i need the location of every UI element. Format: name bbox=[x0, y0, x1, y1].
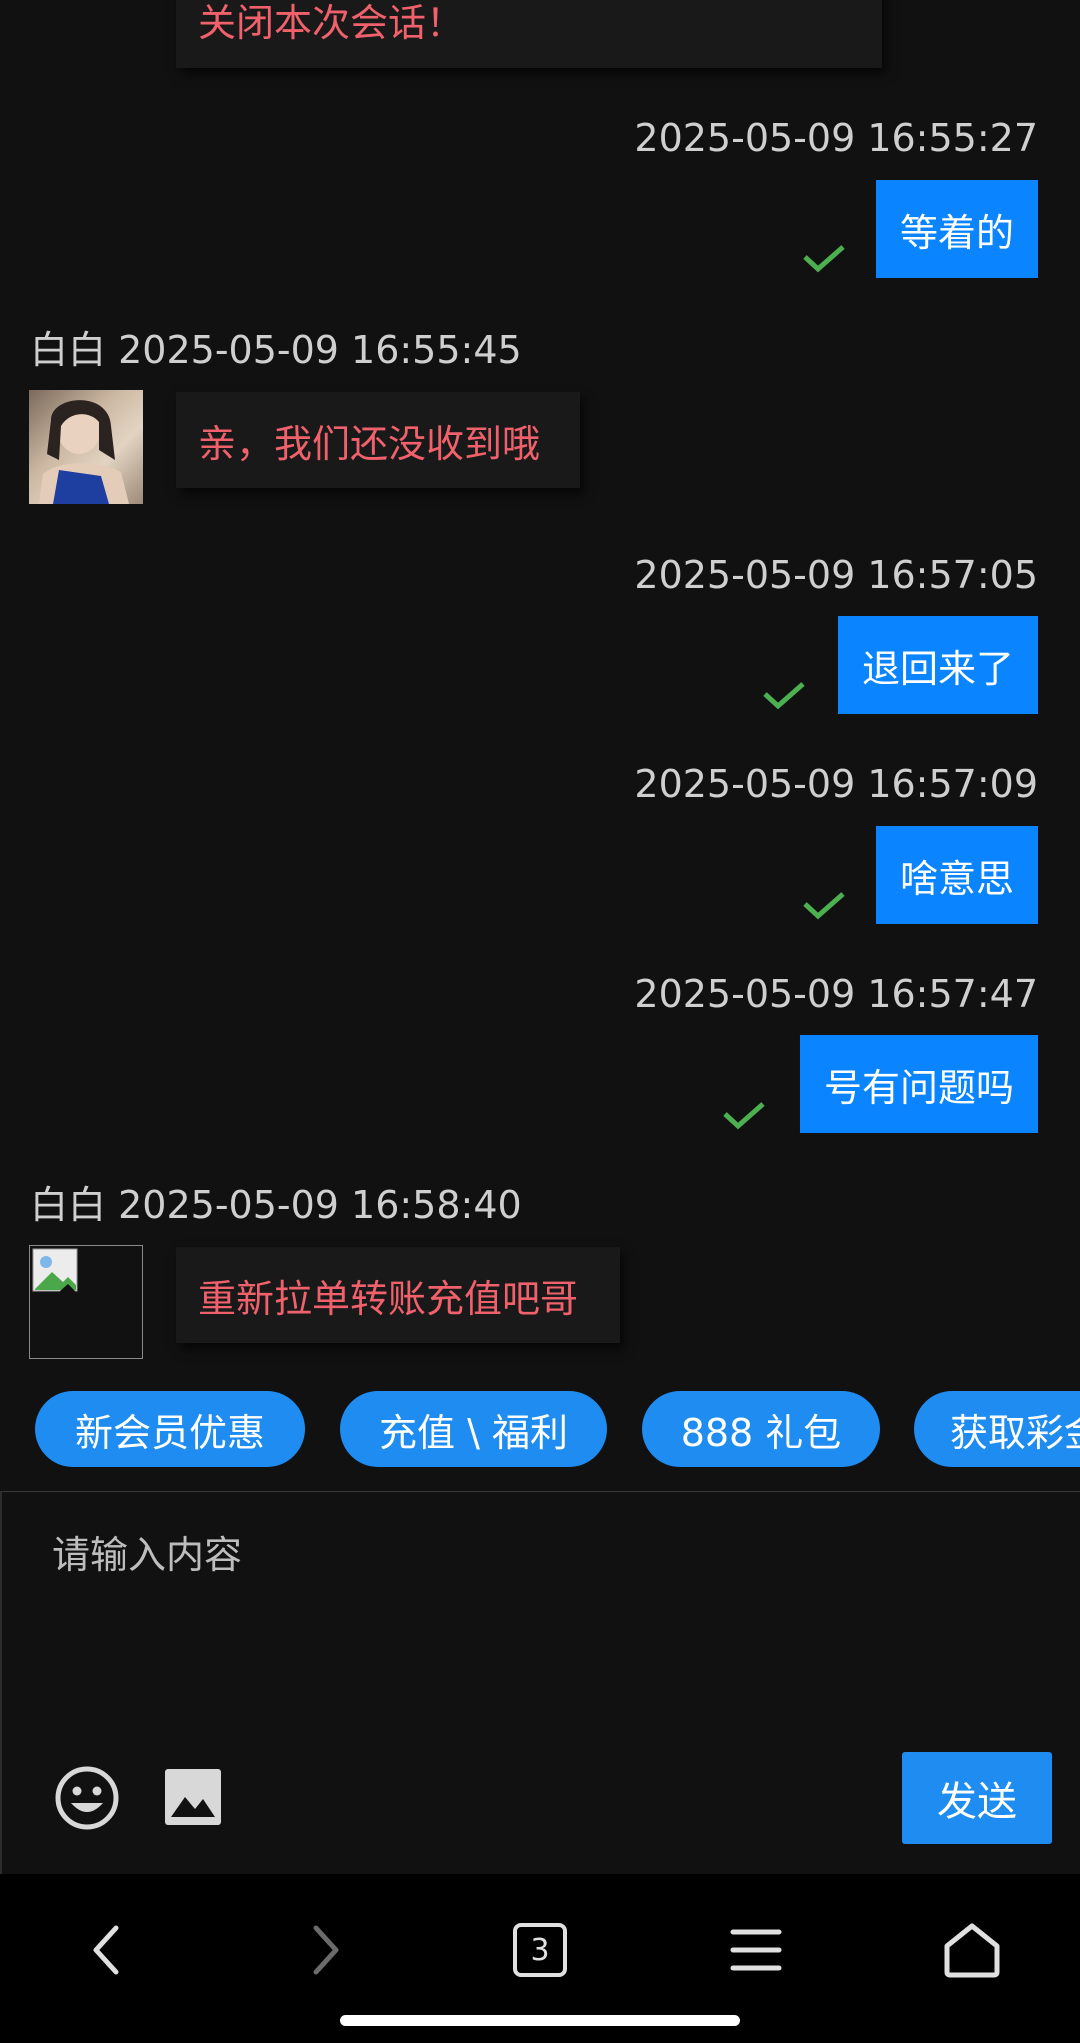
message-sender-line: 白白 2025-05-09 16:55:45 bbox=[30, 331, 522, 369]
message-timestamp: 2025-05-09 16:55:27 bbox=[634, 116, 1038, 160]
incoming-message-bubble: 关闭本次会话！ bbox=[176, 0, 882, 68]
delivered-check-icon bbox=[763, 682, 805, 710]
avatar[interactable] bbox=[29, 390, 143, 504]
message-text: 等着的 bbox=[899, 210, 1014, 255]
avatar-photo-icon bbox=[39, 400, 129, 504]
incoming-message-bubble: 重新拉单转账充值吧哥 bbox=[176, 1247, 620, 1343]
quick-reply-chip[interactable]: 888 礼包 bbox=[642, 1391, 880, 1467]
tabs-button[interactable]: 3 bbox=[500, 1910, 580, 1990]
chevron-right-icon bbox=[313, 1925, 339, 1975]
quick-reply-bar[interactable]: 新会员优惠 充值 \ 福利 888 礼包 获取彩金 bbox=[0, 1385, 1080, 1490]
message-timestamp: 2025-05-09 16:57:05 bbox=[634, 553, 1038, 597]
incoming-message-bubble: 亲，我们还没收到哦 bbox=[176, 392, 580, 488]
send-button[interactable]: 发送 bbox=[902, 1752, 1052, 1844]
message-input[interactable] bbox=[50, 1522, 1034, 1676]
forward-button[interactable] bbox=[286, 1910, 366, 1990]
broken-image-icon bbox=[32, 1248, 78, 1294]
home-icon bbox=[944, 1923, 1000, 1978]
message-composer: 发送 bbox=[0, 1491, 1080, 1874]
message-sender-line: 白白 2025-05-09 16:58:40 bbox=[30, 1186, 522, 1224]
home-button[interactable] bbox=[932, 1910, 1012, 1990]
delivered-check-icon bbox=[803, 245, 845, 273]
back-button[interactable] bbox=[66, 1910, 146, 1990]
outgoing-message-bubble[interactable]: 等着的 bbox=[875, 180, 1038, 278]
delivered-check-icon bbox=[803, 892, 845, 920]
message-text: 关闭本次会话！ bbox=[198, 0, 465, 45]
outgoing-message-bubble[interactable]: 啥意思 bbox=[875, 826, 1038, 924]
message-timestamp: 2025-05-09 16:57:47 bbox=[634, 972, 1038, 1016]
message-text: 重新拉单转账充值吧哥 bbox=[198, 1276, 579, 1321]
image-upload-icon[interactable] bbox=[165, 1769, 221, 1825]
message-text: 退回来了 bbox=[861, 646, 1014, 691]
emoji-icon[interactable] bbox=[54, 1765, 120, 1831]
chevron-left-icon bbox=[93, 1925, 119, 1975]
message-text: 亲，我们还没收到哦 bbox=[198, 421, 541, 466]
browser-nav-bar: 3 bbox=[0, 1874, 1080, 2043]
message-timestamp: 2025-05-09 16:58:40 bbox=[118, 1183, 522, 1227]
quick-reply-chip[interactable]: 新会员优惠 bbox=[35, 1391, 305, 1467]
chat-message-list[interactable]: 关闭本次会话！ 2025-05-09 16:55:27 等着的 白白 2025-… bbox=[0, 0, 1080, 1385]
message-text: 号有问题吗 bbox=[823, 1065, 1014, 1110]
avatar[interactable] bbox=[29, 1245, 143, 1359]
quick-reply-chip[interactable]: 充值 \ 福利 bbox=[340, 1391, 607, 1467]
hamburger-menu-icon bbox=[730, 1929, 782, 1971]
sender-name: 白白 bbox=[30, 1183, 107, 1227]
outgoing-message-bubble[interactable]: 退回来了 bbox=[837, 616, 1038, 714]
tab-count-badge: 3 bbox=[513, 1923, 567, 1977]
quick-reply-chip[interactable]: 获取彩金 bbox=[914, 1391, 1080, 1467]
home-indicator[interactable] bbox=[340, 2015, 740, 2026]
delivered-check-icon bbox=[723, 1102, 765, 1130]
menu-button[interactable] bbox=[716, 1910, 796, 1990]
outgoing-message-bubble[interactable]: 号有问题吗 bbox=[799, 1035, 1038, 1133]
message-text: 啥意思 bbox=[899, 856, 1014, 901]
message-timestamp: 2025-05-09 16:57:09 bbox=[634, 762, 1038, 806]
message-timestamp: 2025-05-09 16:55:45 bbox=[118, 328, 522, 372]
sender-name: 白白 bbox=[30, 328, 107, 372]
